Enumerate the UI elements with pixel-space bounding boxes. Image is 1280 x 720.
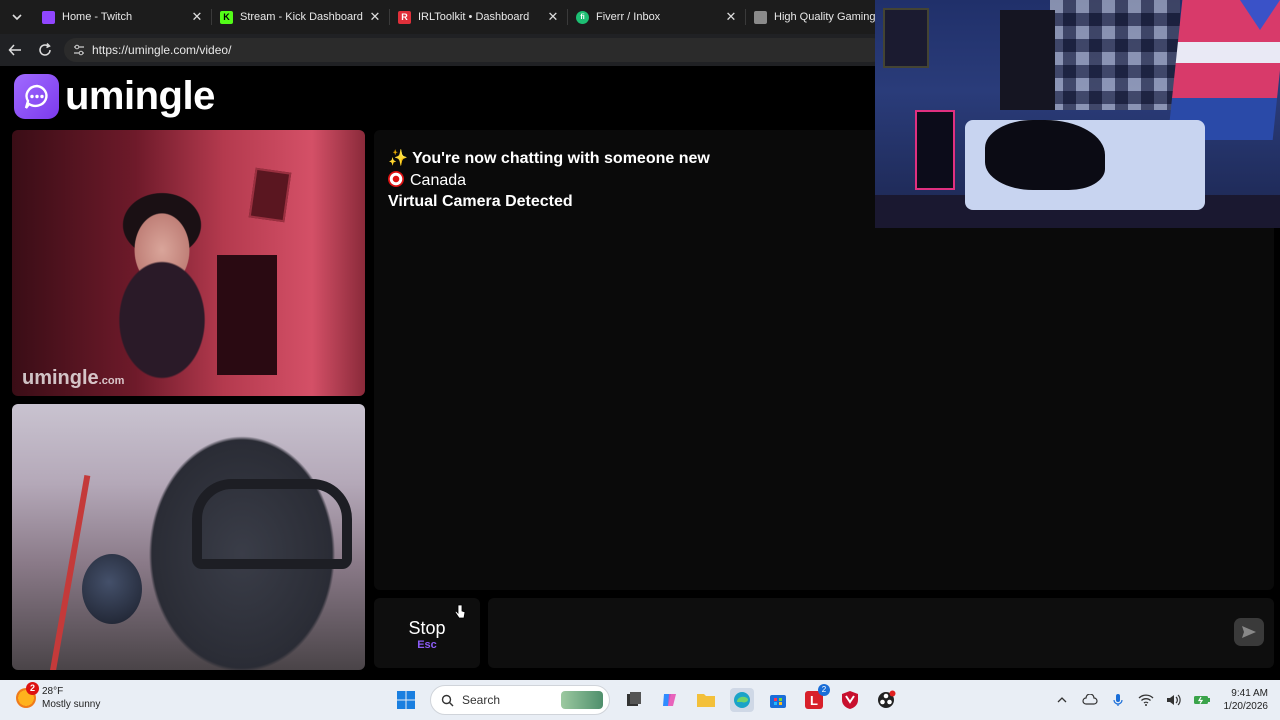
store-button[interactable] — [766, 688, 790, 712]
volume-icon[interactable] — [1165, 691, 1183, 709]
tab-title: Stream - Kick Dashboard — [240, 11, 363, 23]
battery-icon[interactable] — [1193, 691, 1211, 709]
weather-widget[interactable]: 2 28°F Mostly sunny — [16, 682, 101, 711]
blanket — [985, 120, 1105, 190]
start-button[interactable] — [394, 688, 418, 712]
fiverr-icon: fi — [576, 10, 589, 24]
site-logo[interactable]: umingle — [14, 74, 215, 119]
obs-icon — [878, 690, 896, 708]
tab-title: Home - Twitch — [62, 11, 133, 23]
kick-icon: K — [220, 10, 233, 24]
app-badge: 2 — [818, 684, 830, 696]
system-message-virtual-camera: Virtual Camera Detected — [388, 193, 573, 210]
search-label: Search — [462, 693, 501, 707]
hand-cursor-icon — [454, 604, 466, 619]
video-watermark: umingle.com — [22, 367, 125, 389]
shield-icon — [842, 691, 858, 709]
tab-twitch[interactable]: Home - Twitch ✕ — [34, 0, 212, 34]
closet — [1000, 10, 1055, 110]
task-view-button[interactable] — [622, 688, 646, 712]
system-message-new-chat: ✨ You're now chatting with someone new — [388, 150, 710, 167]
close-icon[interactable]: ✕ — [368, 9, 382, 25]
page-icon — [754, 10, 767, 24]
clock-date: 1/20/2026 — [1223, 701, 1269, 712]
weather-condition: Mostly sunny — [42, 699, 101, 710]
edge-button[interactable] — [730, 688, 754, 712]
search-icon — [441, 694, 454, 706]
folder-icon — [697, 694, 715, 707]
mcafee-button[interactable] — [838, 688, 862, 712]
close-icon[interactable]: ✕ — [724, 9, 738, 25]
stop-label: Stop — [408, 618, 446, 638]
tab-title: Fiverr / Inbox — [596, 11, 661, 23]
reload-button[interactable] — [30, 34, 60, 66]
tab-kick-dashboard[interactable]: K Stream - Kick Dashboard ✕ — [212, 0, 390, 34]
wall-poster — [883, 8, 929, 68]
sun-icon: 2 — [16, 682, 39, 708]
weather-temp: 28°F — [42, 686, 64, 697]
chair-headrest — [192, 479, 352, 569]
edge-icon — [734, 692, 750, 708]
shelf — [217, 255, 277, 375]
task-view-icon — [627, 692, 641, 706]
notification-badge: 2 — [26, 682, 39, 695]
site-info-icon[interactable] — [72, 43, 86, 57]
address-bar[interactable]: https://umingle.com/video/ — [64, 38, 884, 62]
canada-flag-icon — [388, 171, 404, 187]
system-tray: 9:41 AM 1/20/2026 — [1048, 684, 1269, 716]
lastpass-button[interactable]: L 2 — [802, 684, 830, 712]
url-text: https://umingle.com/video/ — [92, 43, 232, 57]
windows-icon — [397, 691, 415, 709]
wall-tiles — [1050, 0, 1180, 110]
send-button[interactable] — [1234, 618, 1264, 646]
file-explorer-button[interactable] — [694, 688, 718, 712]
taskbar-search[interactable]: Search — [430, 685, 610, 715]
tab-irltoolkit[interactable]: R IRLToolkit • Dashboard ✕ — [390, 0, 568, 34]
chevron-up-icon[interactable] — [1053, 691, 1071, 709]
tab-search-chevron-icon[interactable] — [0, 0, 34, 34]
wall-poster — [248, 167, 292, 223]
windows-taskbar: 2 28°F Mostly sunny Search L 2 9:41 AM 1… — [0, 680, 1280, 720]
obs-button[interactable] — [874, 688, 898, 712]
display-cabinet — [915, 110, 955, 190]
message-input[interactable] — [488, 598, 1274, 668]
stop-shortcut: Esc — [417, 639, 437, 651]
close-icon[interactable]: ✕ — [190, 9, 204, 25]
copilot-icon — [663, 694, 676, 706]
close-icon[interactable]: ✕ — [546, 9, 560, 25]
clock-time: 9:41 AM — [1231, 688, 1268, 699]
tab-fiverr-inbox[interactable]: fi Fiverr / Inbox ✕ — [568, 0, 746, 34]
copilot-button[interactable] — [658, 688, 682, 712]
system-message-country: Canada — [388, 171, 466, 190]
search-highlight-icon — [561, 691, 603, 709]
stranger-video: umingle.com — [12, 130, 365, 396]
chair-knob — [82, 554, 142, 624]
tab-title: IRLToolkit • Dashboard — [418, 11, 530, 23]
microphone-icon[interactable] — [1109, 691, 1127, 709]
wifi-icon[interactable] — [1137, 691, 1155, 709]
store-icon — [770, 695, 786, 708]
brand-name: umingle — [65, 74, 215, 118]
twitch-icon — [42, 10, 55, 24]
back-arrow-icon — [8, 44, 21, 56]
taskbar-apps: Search L 2 — [388, 684, 904, 716]
cloud-icon[interactable] — [1081, 691, 1099, 709]
irltoolkit-icon: R — [398, 10, 411, 24]
webcam-overlay — [875, 0, 1280, 228]
back-button[interactable] — [0, 34, 30, 66]
send-icon — [1242, 626, 1256, 638]
svg-text:L: L — [810, 693, 818, 708]
chat-bubble-icon — [14, 74, 59, 119]
clock[interactable]: 9:41 AM 1/20/2026 — [1224, 687, 1269, 713]
self-video — [12, 404, 365, 670]
reload-icon — [39, 43, 51, 56]
